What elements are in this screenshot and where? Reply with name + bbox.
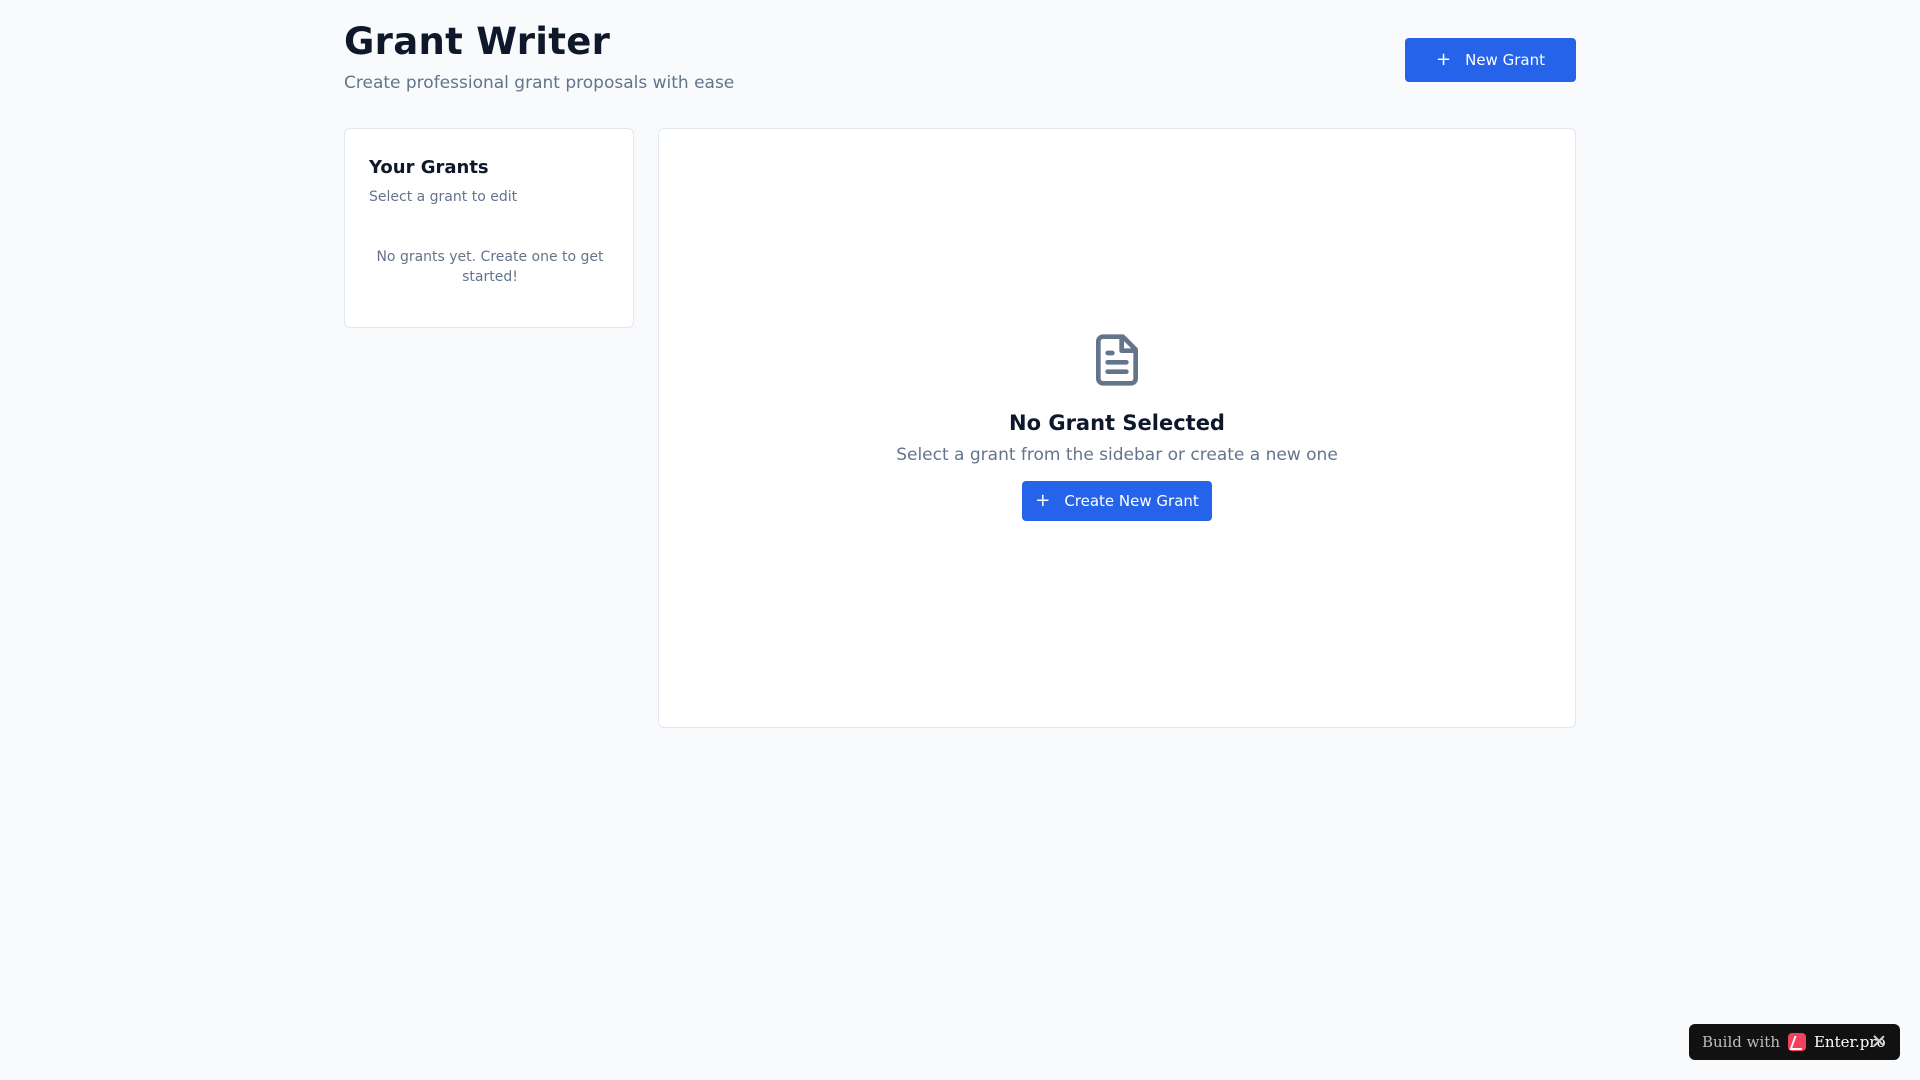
new-grant-button-label: New Grant bbox=[1465, 51, 1545, 69]
page-title: Grant Writer bbox=[344, 20, 611, 63]
badge-prefix: Build with bbox=[1702, 1033, 1780, 1051]
empty-state-description: Select a grant from the sidebar or creat… bbox=[896, 445, 1338, 465]
new-grant-button[interactable]: + New Grant bbox=[1405, 38, 1576, 82]
empty-state-title: No Grant Selected bbox=[1009, 411, 1225, 435]
grants-sidebar: Your Grants Select a grant to edit No gr… bbox=[344, 128, 634, 328]
create-new-grant-button[interactable]: + Create New Grant bbox=[1022, 481, 1212, 521]
grants-empty-message: No grants yet. Create one to get started… bbox=[376, 249, 604, 285]
app-container: Grant Writer Create professional grant p… bbox=[344, 0, 1576, 1080]
empty-state: No Grant Selected Select a grant from th… bbox=[659, 329, 1575, 521]
grant-editor-panel: No Grant Selected Select a grant from th… bbox=[658, 128, 1576, 728]
enter-logo-icon bbox=[1787, 1033, 1806, 1051]
page-subtitle: Create professional grant proposals with… bbox=[344, 73, 735, 93]
close-icon[interactable] bbox=[1870, 1032, 1888, 1050]
build-with-badge[interactable]: Build with Enter.pro bbox=[1689, 1024, 1900, 1060]
sidebar-title: Your Grants bbox=[369, 157, 489, 178]
plus-icon: + bbox=[1035, 490, 1051, 511]
page-header: Grant Writer Create professional grant p… bbox=[344, 0, 1576, 110]
file-text-icon bbox=[1096, 334, 1138, 386]
sidebar-subtitle: Select a grant to edit bbox=[369, 189, 518, 205]
create-new-grant-label: Create New Grant bbox=[1064, 492, 1199, 510]
plus-icon: + bbox=[1436, 49, 1452, 70]
